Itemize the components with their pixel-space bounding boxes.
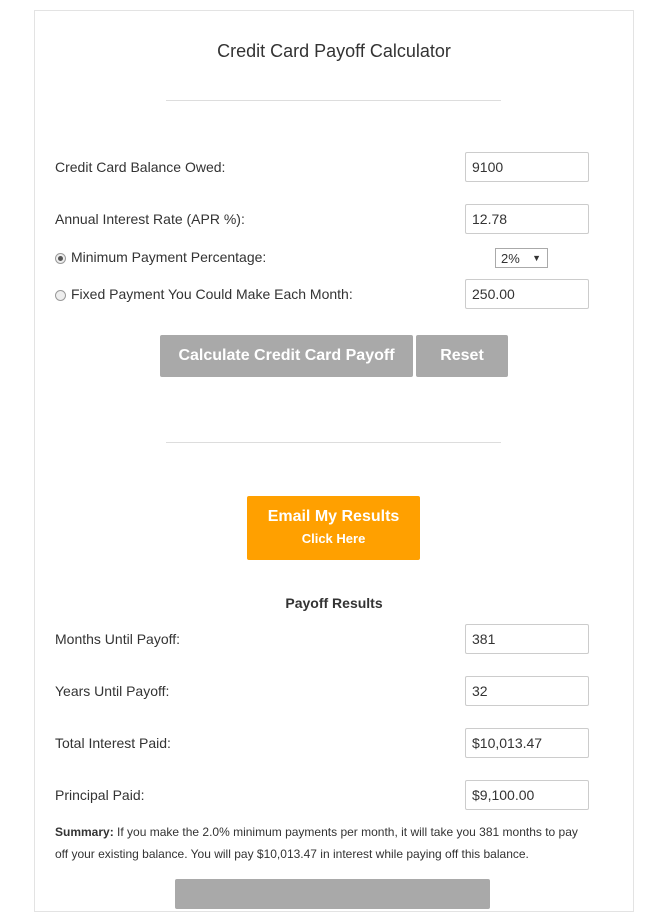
divider bbox=[166, 100, 501, 101]
balance-row: Credit Card Balance Owed: 9100 bbox=[55, 151, 589, 183]
summary: Summary: If you make the 2.0% minimum pa… bbox=[55, 821, 593, 865]
fixed-payment-input[interactable]: 250.00 bbox=[465, 279, 589, 309]
results-heading: Payoff Results bbox=[285, 595, 383, 611]
dropdown-arrow-icon: ▼ bbox=[532, 253, 541, 263]
apr-label: Annual Interest Rate (APR %): bbox=[55, 211, 245, 227]
min-payment-value: 2% bbox=[501, 250, 520, 266]
calculator-card: Credit Card Payoff Calculator Credit Car… bbox=[34, 10, 634, 912]
balance-input[interactable]: 9100 bbox=[465, 152, 589, 182]
reset-button[interactable]: Reset bbox=[416, 335, 508, 377]
result-label: Principal Paid: bbox=[55, 787, 145, 803]
years-output[interactable]: 32 bbox=[465, 676, 589, 706]
result-row: Months Until Payoff: 381 bbox=[55, 623, 589, 655]
fixed-payment-radio[interactable] bbox=[55, 289, 66, 301]
months-output[interactable]: 381 bbox=[465, 624, 589, 654]
min-payment-radio[interactable] bbox=[55, 252, 66, 264]
result-row: Principal Paid: $9,100.00 bbox=[55, 779, 589, 811]
bottom-button[interactable] bbox=[175, 879, 490, 909]
apr-row: Annual Interest Rate (APR %): 12.78 bbox=[55, 203, 589, 235]
interest-output[interactable]: $10,013.47 bbox=[465, 728, 589, 758]
summary-label: Summary: bbox=[55, 825, 114, 839]
divider bbox=[166, 442, 501, 443]
result-label: Total Interest Paid: bbox=[55, 735, 171, 751]
summary-text: If you make the 2.0% minimum payments pe… bbox=[55, 825, 578, 861]
principal-output[interactable]: $9,100.00 bbox=[465, 780, 589, 810]
email-results-button[interactable]: Email My Results Click Here bbox=[247, 496, 420, 560]
calculate-button[interactable]: Calculate Credit Card Payoff bbox=[160, 335, 413, 377]
page-title: Credit Card Payoff Calculator bbox=[217, 41, 451, 61]
result-label: Years Until Payoff: bbox=[55, 683, 170, 699]
min-payment-select[interactable]: 2% ▼ bbox=[495, 248, 548, 268]
result-row: Years Until Payoff: 32 bbox=[55, 675, 589, 707]
email-line2: Click Here bbox=[301, 531, 366, 546]
email-line1: Email My Results bbox=[267, 508, 400, 525]
min-payment-label: Minimum Payment Percentage: bbox=[71, 249, 267, 265]
fixed-payment-label: Fixed Payment You Could Make Each Month: bbox=[71, 286, 353, 302]
fixed-payment-row: Fixed Payment You Could Make Each Month:… bbox=[55, 278, 589, 310]
balance-label: Credit Card Balance Owed: bbox=[55, 159, 226, 175]
result-row: Total Interest Paid: $10,013.47 bbox=[55, 727, 589, 759]
apr-input[interactable]: 12.78 bbox=[465, 204, 589, 234]
result-label: Months Until Payoff: bbox=[55, 631, 181, 647]
